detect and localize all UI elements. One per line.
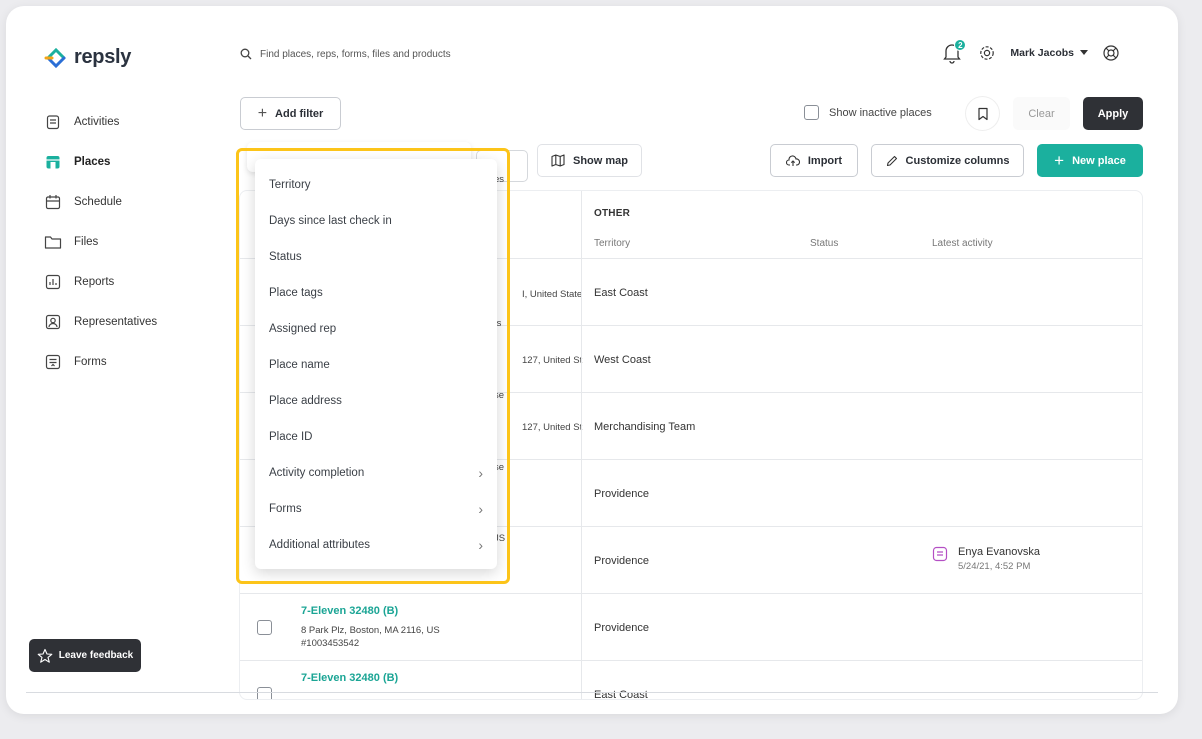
sidebar-item-label: Reports [74, 276, 115, 288]
new-place-button[interactable]: + New place [1037, 144, 1143, 177]
sidebar-item-label: Places [74, 156, 111, 168]
help-lifebuoy-icon[interactable] [1102, 44, 1120, 62]
plus-icon: + [1054, 150, 1065, 170]
add-filter-button[interactable]: + Add filter [240, 97, 341, 130]
territory-cell: Providence [594, 555, 650, 567]
user-menu[interactable]: Mark Jacobs [1010, 47, 1088, 59]
sidebar-item-reports[interactable]: Reports [44, 262, 214, 302]
plus-icon: + [257, 104, 268, 122]
sidebar-item-files[interactable]: Files [44, 222, 214, 262]
show-inactive-checkbox[interactable] [804, 105, 819, 120]
show-inactive-toggle[interactable]: Show inactive places [804, 105, 932, 120]
table-row[interactable]: 7-Eleven 32480 (B) East Coast [240, 661, 1142, 700]
sidebar-item-activities[interactable]: Activities [44, 102, 214, 142]
apply-button[interactable]: Apply [1083, 97, 1143, 130]
column-header-status[interactable]: Status [810, 238, 838, 249]
apply-label: Apply [1097, 107, 1129, 120]
search-placeholder[interactable]: Find places, reps, forms, files and prod… [260, 49, 451, 60]
logo[interactable]: repsly [44, 46, 131, 69]
notifications-button[interactable]: 2 [942, 39, 967, 64]
place-address: 8 Park Plz, Boston, MA 2116, US [301, 625, 440, 636]
column-header-latest-activity[interactable]: Latest activity [932, 238, 993, 249]
row-checkbox[interactable] [257, 620, 272, 635]
notification-badge: 2 [954, 39, 967, 51]
territory-cell: East Coast [594, 287, 648, 299]
column-divider [581, 191, 582, 699]
store-icon [44, 153, 62, 171]
global-search[interactable]: Find places, reps, forms, files and prod… [240, 48, 451, 60]
sidebar-item-label: Files [74, 236, 99, 248]
territory-cell: Merchandising Team [594, 421, 696, 433]
import-button[interactable]: Import [770, 144, 858, 177]
star-icon [37, 648, 53, 663]
new-place-label: New place [1072, 154, 1126, 167]
add-filter-label: Add filter [275, 107, 324, 120]
customize-columns-button[interactable]: Customize columns [871, 144, 1024, 177]
sidebar-item-label: Forms [74, 356, 107, 368]
place-id: #1003453542 [301, 638, 360, 649]
header-actions: 2 Mark Jacobs [942, 39, 1120, 64]
chart-icon [44, 273, 62, 291]
show-inactive-label: Show inactive places [829, 106, 932, 119]
folder-icon [44, 233, 62, 251]
import-label: Import [807, 154, 843, 167]
sidebar-item-label: Activities [74, 116, 120, 128]
place-name-link[interactable]: 7-Eleven 32480 (B) [301, 672, 398, 684]
scrollbar-track[interactable] [26, 692, 1158, 693]
clear-label: Clear [1028, 107, 1055, 120]
sidebar-item-forms[interactable]: Forms [44, 342, 214, 382]
customize-columns-label: Customize columns [905, 154, 1010, 167]
place-name-link[interactable]: 7-Eleven 32480 (B) [301, 605, 398, 617]
territory-cell: Providence [594, 488, 650, 500]
address-fragment: 127, United St [522, 355, 583, 366]
logo-text: repsly [74, 46, 132, 68]
search-icon [240, 48, 252, 60]
show-map-label: Show map [572, 154, 628, 167]
row-checkbox[interactable] [257, 687, 272, 699]
table-row[interactable]: 7-Eleven 32480 (B) 8 Park Plz, Boston, M… [240, 594, 1142, 661]
pencil-icon [886, 155, 897, 166]
leave-feedback-label: Leave feedback [58, 650, 134, 661]
sidebar-item-label: Schedule [74, 196, 122, 208]
upload-cloud-icon [785, 154, 800, 166]
territory-cell: Providence [594, 622, 650, 634]
highlight-callout-box [236, 148, 510, 584]
column-group-label: OTHER [594, 208, 630, 219]
clipboard-icon [44, 113, 62, 131]
show-map-button[interactable]: Show map [537, 144, 642, 177]
repsly-logo-icon [44, 47, 66, 68]
address-fragment: 127, United St [522, 422, 583, 433]
sidebar-item-places[interactable]: Places [44, 142, 214, 182]
sidebar-item-schedule[interactable]: Schedule [44, 182, 214, 222]
user-name: Mark Jacobs [1010, 47, 1074, 59]
calendar-icon [44, 193, 62, 211]
sidebar-item-label: Representatives [74, 316, 158, 328]
activity-rep-name: Enya Evanovska [958, 546, 1040, 558]
caret-down-icon [1080, 50, 1088, 55]
map-icon [551, 154, 565, 167]
app-window: repsly Find places, reps, forms, files a… [6, 6, 1178, 714]
territory-cell: East Coast [594, 689, 648, 700]
leave-feedback-button[interactable]: Leave feedback [29, 639, 141, 672]
person-icon [44, 313, 62, 331]
address-fragment: I, United State [522, 289, 583, 300]
sidebar-item-representatives[interactable]: Representatives [44, 302, 214, 342]
clear-button[interactable]: Clear [1013, 97, 1070, 130]
gear-icon[interactable] [978, 44, 996, 62]
territory-cell: West Coast [594, 354, 651, 366]
form-icon [44, 353, 62, 371]
form-activity-icon [932, 546, 948, 562]
sidebar: Activities Places Schedule Files Reports… [44, 102, 214, 382]
column-header-territory[interactable]: Territory [594, 238, 630, 249]
bookmark-icon [977, 107, 988, 120]
latest-activity-cell[interactable]: Enya Evanovska 5/24/21, 4:52 PM [932, 546, 1040, 572]
activity-timestamp: 5/24/21, 4:52 PM [958, 561, 1031, 572]
saved-filters-button[interactable] [966, 97, 999, 130]
